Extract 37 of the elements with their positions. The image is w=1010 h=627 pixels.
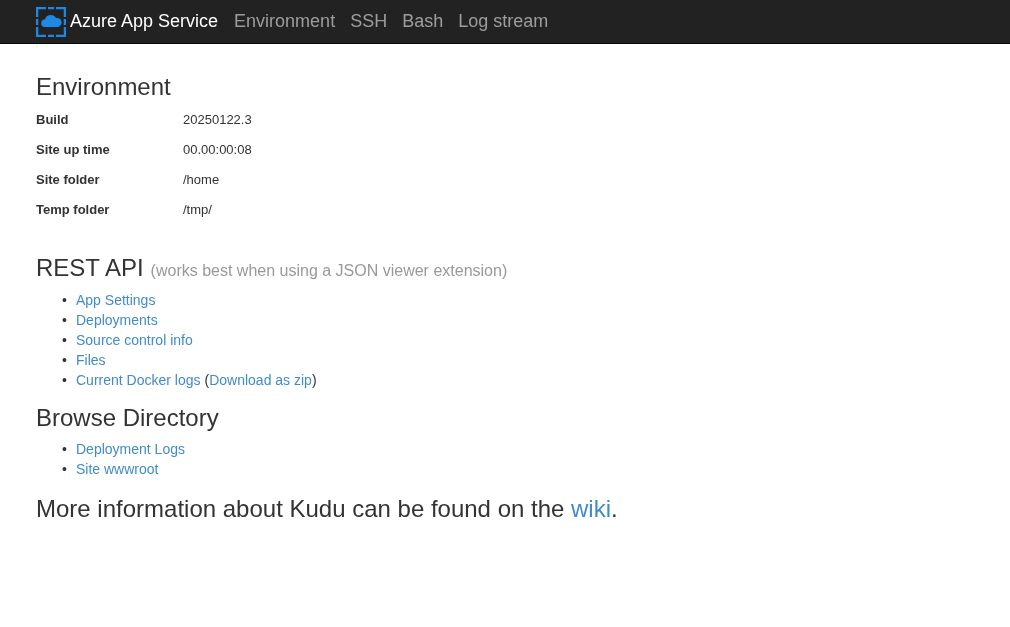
- bullet: •: [62, 331, 68, 350]
- field-label: Build: [36, 111, 69, 130]
- section-note: (works best when using a JSON viewer extension): [150, 261, 508, 281]
- field-value: /home: [183, 171, 220, 190]
- bullet: •: [62, 371, 68, 390]
- field-value: /tmp/: [183, 201, 212, 220]
- bullet: •: [62, 351, 68, 370]
- field-label: Site folder: [36, 171, 100, 190]
- section-heading: REST API: [36, 254, 144, 282]
- nav-link[interactable]: SSH: [350, 8, 388, 35]
- nav-link[interactable]: Log stream: [458, 8, 549, 35]
- link[interactable]: App Settings: [76, 290, 156, 310]
- parenthesis: ): [311, 371, 317, 390]
- nav-link[interactable]: Bash: [402, 8, 444, 35]
- field-label: Temp folder: [36, 201, 110, 220]
- brand-link[interactable]: Azure App Service: [36, 6, 219, 37]
- bullet: •: [62, 440, 68, 459]
- info-sentence: More information about Kudu can be found on the wiki.: [36, 495, 619, 523]
- link[interactable]: Current Docker logs: [76, 370, 201, 390]
- parenthesis: (: [204, 371, 210, 390]
- link[interactable]: Download as zip: [209, 370, 312, 390]
- wiki-link[interactable]: wiki: [571, 495, 612, 522]
- link[interactable]: Deployment Logs: [76, 439, 185, 459]
- link[interactable]: Files: [76, 350, 106, 370]
- bullet: •: [62, 311, 68, 330]
- link[interactable]: Site wwwroot: [76, 459, 159, 479]
- field-value: 20250122.3: [183, 111, 252, 130]
- bullet: •: [62, 460, 68, 479]
- cloud-frame-icon: [36, 6, 66, 37]
- field-value: 00.00:00:08: [183, 141, 252, 160]
- nav-link[interactable]: Environment: [234, 8, 336, 35]
- link[interactable]: Source control info: [76, 330, 193, 350]
- section-heading: Browse Directory: [36, 404, 220, 432]
- section-heading: Environment: [36, 73, 172, 101]
- bullet: •: [62, 291, 68, 310]
- field-label: Site up time: [36, 141, 110, 160]
- link[interactable]: Deployments: [76, 310, 158, 330]
